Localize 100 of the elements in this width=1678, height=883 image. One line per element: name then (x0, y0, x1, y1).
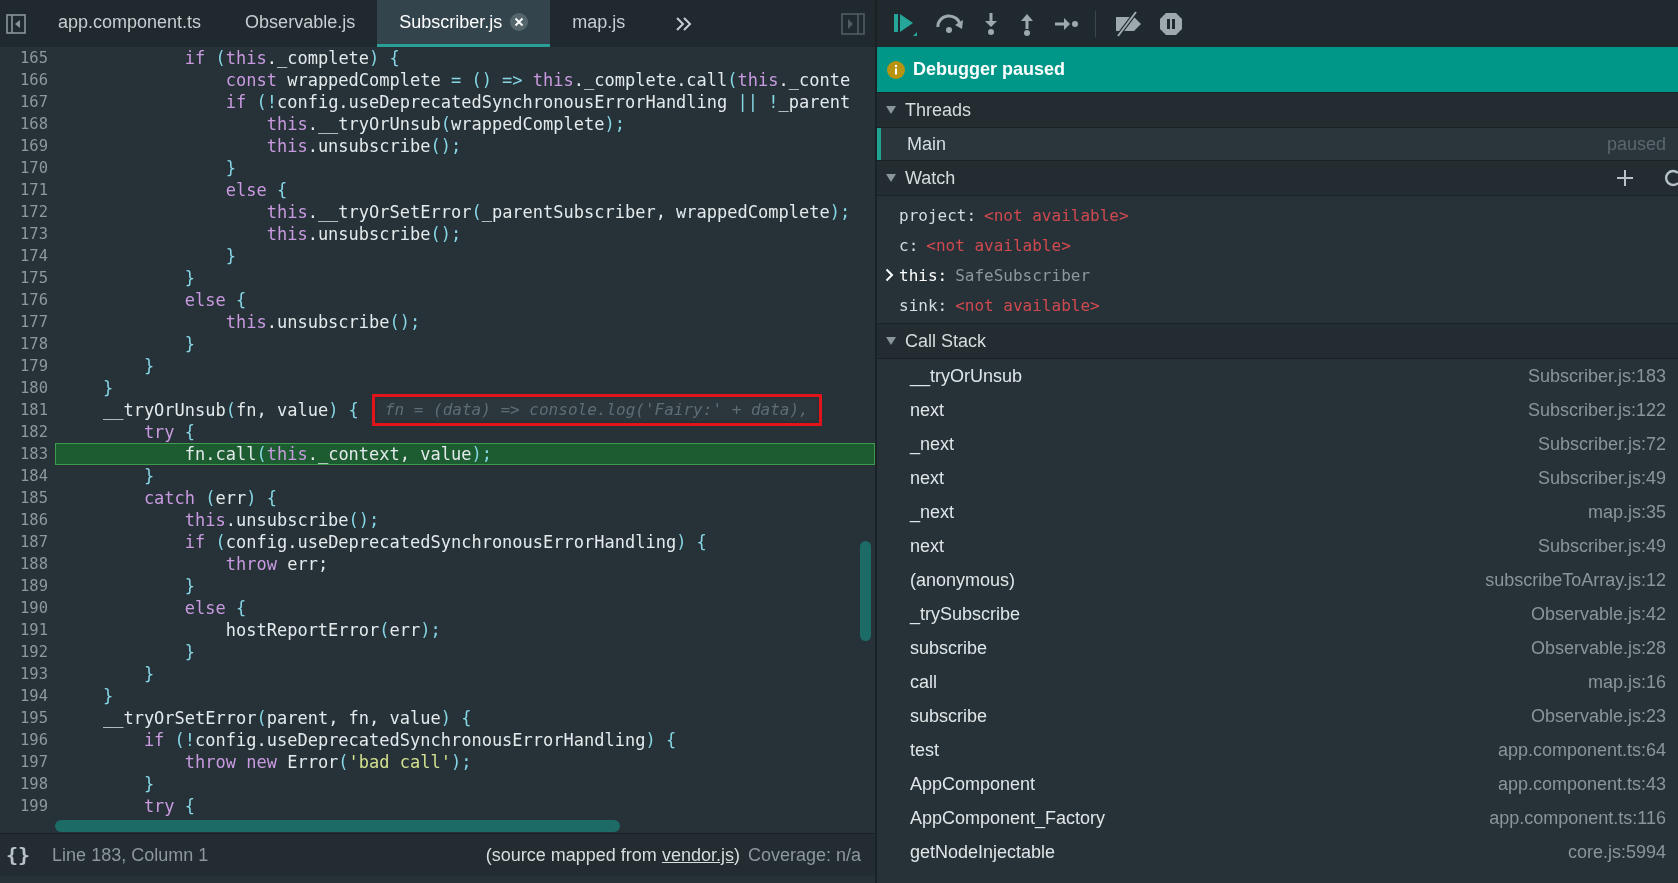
panel-toggle-icon[interactable] (841, 12, 865, 35)
section-title: Watch (905, 167, 956, 189)
stack-frame-name[interactable]: call (910, 671, 937, 693)
code-line: this.__tryOrSetError(_parentSubscriber, wrappedComplete); (265, 201, 851, 223)
stack-frame-name[interactable]: AppComponent_Factory (910, 807, 1106, 829)
stack-frame-location[interactable]: Subscriber.js:49 (1537, 535, 1666, 557)
format-button[interactable]: {} (6, 843, 31, 867)
code-line: __tryOrUnsub(fn, value) { (101, 399, 359, 421)
line-number: 199 (19, 797, 48, 815)
stack-frame-name[interactable]: AppComponent (910, 773, 1036, 795)
stack-frame-name[interactable]: next (910, 467, 945, 489)
stack-frame-name[interactable]: subscribe (910, 637, 988, 659)
line-number: 181 (19, 401, 48, 419)
code-line: } (224, 157, 236, 179)
code-line: this.unsubscribe(); (183, 509, 380, 531)
line-number: 166 (19, 71, 48, 89)
stack-frame-name[interactable]: (anonymous) (910, 569, 1016, 591)
section-header[interactable]: Threads (877, 92, 1678, 128)
scrollbar-thumb[interactable] (55, 820, 620, 832)
source-link[interactable]: vendor.js (661, 844, 734, 865)
stack-frame-name[interactable]: _next (910, 433, 955, 455)
collapse-icon[interactable] (885, 172, 897, 184)
section-header[interactable]: Call Stack (877, 323, 1678, 359)
collapse-icon[interactable] (885, 335, 897, 347)
stack-frame-location[interactable]: subscribeToArray.js:12 (1485, 569, 1666, 591)
stack-frame-location[interactable]: core.js:5994 (1567, 841, 1666, 863)
watch-expression[interactable]: this: SafeSubscriber (899, 265, 1091, 285)
stack-frame-location[interactable]: app.component.ts:116 (1489, 807, 1666, 829)
watch-expression[interactable]: c: <not available> (899, 235, 1071, 255)
code-line: } (142, 355, 155, 377)
watch-expression[interactable]: project: <not available> (899, 205, 1129, 225)
stack-frame-name[interactable]: next (910, 535, 945, 557)
line-number: 187 (19, 533, 48, 551)
line-number: 189 (19, 577, 48, 595)
line-number: 185 (19, 489, 48, 507)
line-number: 168 (19, 115, 48, 133)
line-number: 184 (19, 467, 48, 485)
code-line: } (101, 685, 114, 707)
code-line: } (183, 641, 196, 663)
stack-frame-location[interactable]: Subscriber.js:72 (1537, 433, 1666, 455)
code-line: } (101, 377, 114, 399)
stack-frame-location[interactable]: map.js:35 (1587, 501, 1666, 523)
stack-frame-name[interactable]: test (910, 739, 939, 761)
line-number: 173 (19, 225, 48, 243)
more-tabs-icon[interactable] (675, 15, 694, 32)
expand-icon[interactable] (885, 268, 894, 282)
line-number: 167 (19, 93, 48, 111)
editor-tab[interactable]: map.js (550, 0, 648, 47)
stack-frame-location[interactable]: app.component.ts:43 (1497, 773, 1666, 795)
info-icon (887, 60, 905, 79)
stack-frame-location[interactable]: Observable.js:42 (1530, 603, 1666, 625)
code-line: } (183, 575, 196, 597)
stack-frame-location[interactable]: Observable.js:28 (1530, 637, 1666, 659)
line-number: 174 (19, 247, 48, 265)
stack-frame-location[interactable]: Observable.js:23 (1530, 705, 1666, 727)
code-line: try { (142, 795, 196, 817)
stack-frame-name[interactable]: _next (910, 501, 955, 523)
code-line: hostReportError(err); (224, 619, 441, 641)
stack-frame-location[interactable]: Subscriber.js:122 (1527, 399, 1666, 421)
line-number: 180 (19, 379, 48, 397)
panel-toggle-icon[interactable] (6, 13, 26, 34)
stack-frame-name[interactable]: __tryOrUnsub (910, 365, 1023, 387)
scrollbar-thumb[interactable] (860, 541, 871, 641)
code-line: else { (183, 597, 247, 619)
code-line: if (!config.useDeprecatedSynchronousErrorHandling || !_parent (224, 91, 851, 113)
section-header[interactable]: Watch (877, 160, 1678, 196)
line-number: 183 (19, 445, 48, 463)
collapse-icon[interactable] (885, 104, 897, 116)
line-number: 186 (19, 511, 48, 529)
stack-frame-location[interactable]: Subscriber.js:49 (1537, 467, 1666, 489)
stack-frame-name[interactable]: getNodeInjectable (910, 841, 1056, 863)
code-line: } (142, 663, 155, 685)
code-line: } (142, 773, 155, 795)
pause-on-exceptions-icon[interactable] (1158, 10, 1184, 37)
line-number: 175 (19, 269, 48, 287)
editor-tab[interactable]: app.component.ts (36, 0, 224, 47)
line-number: 182 (19, 423, 48, 441)
editor-tab[interactable]: Observable.js (223, 0, 378, 47)
source-map-note: (source mapped from vendor.js) (485, 844, 740, 866)
stack-frame-location[interactable]: map.js:16 (1587, 671, 1666, 693)
code-line: const wrappedComplete = () => this._complete.call(this._conte (224, 69, 851, 91)
add-icon[interactable] (1616, 169, 1634, 187)
editor-tab[interactable]: Subscriber.js (377, 0, 551, 47)
line-number: 190 (19, 599, 48, 617)
stack-frame-location[interactable]: Subscriber.js:183 (1527, 365, 1666, 387)
close-icon[interactable] (510, 13, 529, 31)
stack-frame-location[interactable]: app.component.ts:64 (1497, 739, 1666, 761)
line-number: 191 (19, 621, 48, 639)
watch-expression[interactable]: sink: <not available> (899, 295, 1100, 315)
section-title: Threads (905, 99, 972, 121)
line-number: 198 (19, 775, 48, 793)
code-line: } (183, 333, 196, 355)
line-number: 178 (19, 335, 48, 353)
code-line: } (224, 245, 236, 267)
stack-frame-name[interactable]: next (910, 399, 945, 421)
stack-frame-name[interactable]: subscribe (910, 705, 988, 727)
stack-frame-name[interactable]: _trySubscribe (910, 603, 1021, 625)
refresh-icon[interactable] (1664, 169, 1678, 187)
code-line: else { (183, 289, 247, 311)
line-number: 176 (19, 291, 48, 309)
